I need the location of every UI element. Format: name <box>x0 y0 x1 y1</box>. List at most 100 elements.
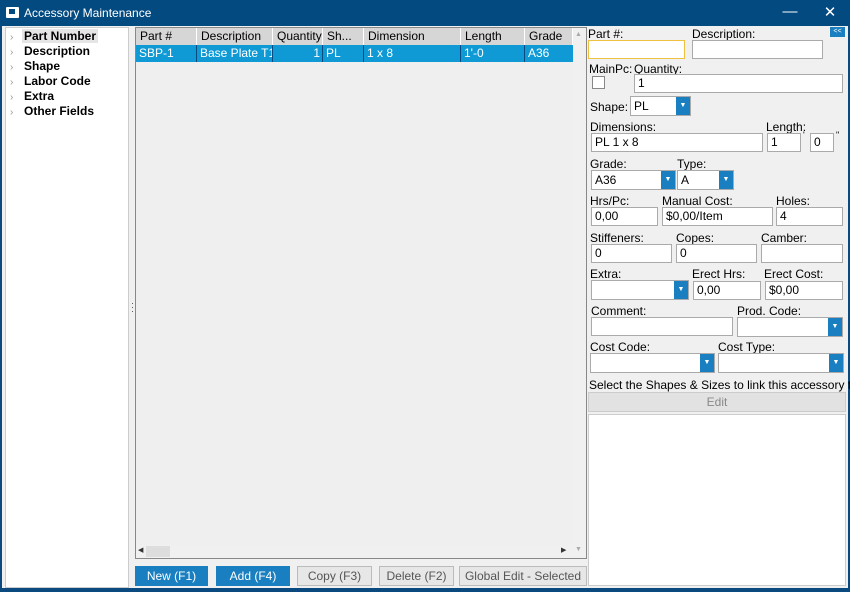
scroll-up-icon[interactable]: ▲ <box>575 31 582 38</box>
column-header-length[interactable]: Length <box>461 28 525 45</box>
grade-dropdown[interactable]: A36 ▼ <box>591 170 676 190</box>
column-header-dimension[interactable]: Dimension <box>364 28 461 45</box>
delete-button[interactable]: Delete (F2) <box>379 566 454 586</box>
part-input[interactable] <box>588 40 685 59</box>
edit-links-button[interactable]: Edit <box>588 392 846 412</box>
mainpc-checkbox[interactable] <box>592 76 605 89</box>
hrs-label: Hrs/Pc: <box>590 194 630 208</box>
chevron-right-icon: › <box>10 62 14 73</box>
new-button[interactable]: New (F1) <box>135 566 208 586</box>
stiffeners-input[interactable]: 0 <box>591 244 672 263</box>
chevron-right-icon: › <box>10 92 14 103</box>
comment-input[interactable] <box>591 317 733 336</box>
erect-hrs-input[interactable]: 0,00 <box>693 281 761 300</box>
erect-cost-input[interactable]: $0,00 <box>765 281 843 300</box>
cell-shape: PL <box>323 45 364 62</box>
tree-item-other-fields[interactable]: › Other Fields <box>10 104 96 119</box>
scroll-right-icon[interactable]: ▶ <box>561 546 566 554</box>
chevron-right-icon: › <box>10 47 14 58</box>
cost-type-dropdown[interactable]: ▼ <box>718 353 844 373</box>
shape-value: PL <box>634 99 649 113</box>
cell-part: SBP-1 <box>136 45 197 62</box>
link-instructions: Select the Shapes & Sizes to link this a… <box>589 378 850 392</box>
add-button[interactable]: Add (F4) <box>216 566 290 586</box>
length-label: Length: <box>766 120 807 134</box>
erect-cost-label: Erect Cost: <box>764 267 824 281</box>
chevron-down-icon: ▼ <box>700 354 714 372</box>
shape-label: Shape: <box>590 100 629 114</box>
feet-mark: ' <box>803 130 805 140</box>
chevron-right-icon: › <box>10 77 14 88</box>
shape-dropdown[interactable]: PL ▼ <box>630 96 691 116</box>
dimensions-input[interactable]: PL 1 x 8 <box>591 133 763 152</box>
window-title: Accessory Maintenance <box>24 6 152 20</box>
tree-item-part-number[interactable]: › Part Number <box>10 29 99 44</box>
scroll-thumb[interactable] <box>146 546 170 557</box>
scroll-left-icon[interactable]: ◀ <box>138 546 143 554</box>
tree-item-description[interactable]: › Description <box>10 44 92 59</box>
quantity-input[interactable]: 1 <box>634 74 843 93</box>
grade-label: Grade: <box>590 157 627 171</box>
chevron-down-icon: ▼ <box>661 171 675 189</box>
manual-cost-input[interactable]: $0,00/Item <box>662 207 773 226</box>
close-button[interactable]: ✕ <box>818 3 842 21</box>
chevron-right-icon: › <box>10 32 14 43</box>
field-tree: › Part Number › Description › Shape › Labor … <box>5 27 129 588</box>
copes-input[interactable]: 0 <box>676 244 757 263</box>
tree-item-extra[interactable]: › Extra <box>10 89 56 104</box>
description-label: Description: <box>692 27 756 41</box>
comment-label: Comment: <box>591 304 647 318</box>
copy-button[interactable]: Copy (F3) <box>297 566 372 586</box>
cell-grade: A36 <box>528 46 550 60</box>
collapse-panel-button[interactable]: << <box>830 27 845 37</box>
chevron-right-icon: › <box>10 107 14 118</box>
column-header-shape[interactable]: Sh... <box>323 28 364 45</box>
tree-item-shape[interactable]: › Shape <box>10 59 62 74</box>
chevron-down-icon: ▼ <box>719 171 733 189</box>
holes-input[interactable]: 4 <box>776 207 843 226</box>
cell-dimension: 1 x 8 <box>364 45 461 62</box>
cost-code-label: Cost Code: <box>590 340 651 354</box>
prod-code-label: Prod. Code: <box>737 304 802 318</box>
prod-code-dropdown[interactable]: ▼ <box>737 317 843 337</box>
type-value: A <box>681 173 690 187</box>
chevron-down-icon: ▼ <box>676 97 690 115</box>
column-header-part[interactable]: Part # <box>136 28 197 45</box>
client-area: › Part Number › Description › Shape › Labor … <box>2 26 850 588</box>
camber-label: Camber: <box>761 231 808 245</box>
table-row[interactable]: SBP-1 Base Plate T1 1 PL 1 x 8 1'-0 A36 <box>136 45 573 62</box>
mainpc-label: MainPc: <box>589 62 633 76</box>
global-edit-button[interactable]: Global Edit - Selected <box>459 566 587 586</box>
description-input[interactable] <box>692 40 823 59</box>
scroll-down-icon[interactable]: ▼ <box>575 546 582 553</box>
horizontal-scrollbar[interactable]: ◀ ▶ <box>136 545 573 558</box>
column-header-description[interactable]: Description <box>197 28 273 45</box>
tree-item-labor-code[interactable]: › Labor Code <box>10 74 93 89</box>
dimensions-label: Dimensions: <box>590 120 657 134</box>
chevron-down-icon: ▼ <box>829 354 843 372</box>
column-header-grade[interactable]: Grade <box>525 28 573 45</box>
linked-shapes-list[interactable] <box>588 414 846 586</box>
length-feet-input[interactable]: 1 <box>767 133 801 152</box>
type-dropdown[interactable]: A ▼ <box>677 170 734 190</box>
app-icon <box>6 7 19 18</box>
vertical-scrollbar[interactable]: ▲ ▼ <box>573 28 586 558</box>
splitter-handle[interactable]: · · · <box>131 299 134 316</box>
part-label: Part #: <box>588 27 624 41</box>
cost-code-dropdown[interactable]: ▼ <box>590 353 715 373</box>
camber-input[interactable] <box>761 244 843 263</box>
cell-length: 1'-0 <box>461 45 525 62</box>
extra-dropdown[interactable]: ▼ <box>591 280 689 300</box>
manual-cost-label: Manual Cost: <box>662 194 733 208</box>
extra-label: Extra: <box>590 267 622 281</box>
holes-label: Holes: <box>776 194 811 208</box>
column-header-quantity[interactable]: Quantity <box>273 28 323 45</box>
erect-hrs-label: Erect Hrs: <box>692 267 746 281</box>
length-inches-input[interactable]: 0 <box>810 133 834 152</box>
cost-type-label: Cost Type: <box>718 340 776 354</box>
grade-value: A36 <box>595 173 617 187</box>
hrs-input[interactable]: 0,00 <box>591 207 658 226</box>
inches-mark: " <box>836 130 840 140</box>
type-label: Type: <box>677 157 707 171</box>
minimize-button[interactable]: — <box>778 3 802 20</box>
